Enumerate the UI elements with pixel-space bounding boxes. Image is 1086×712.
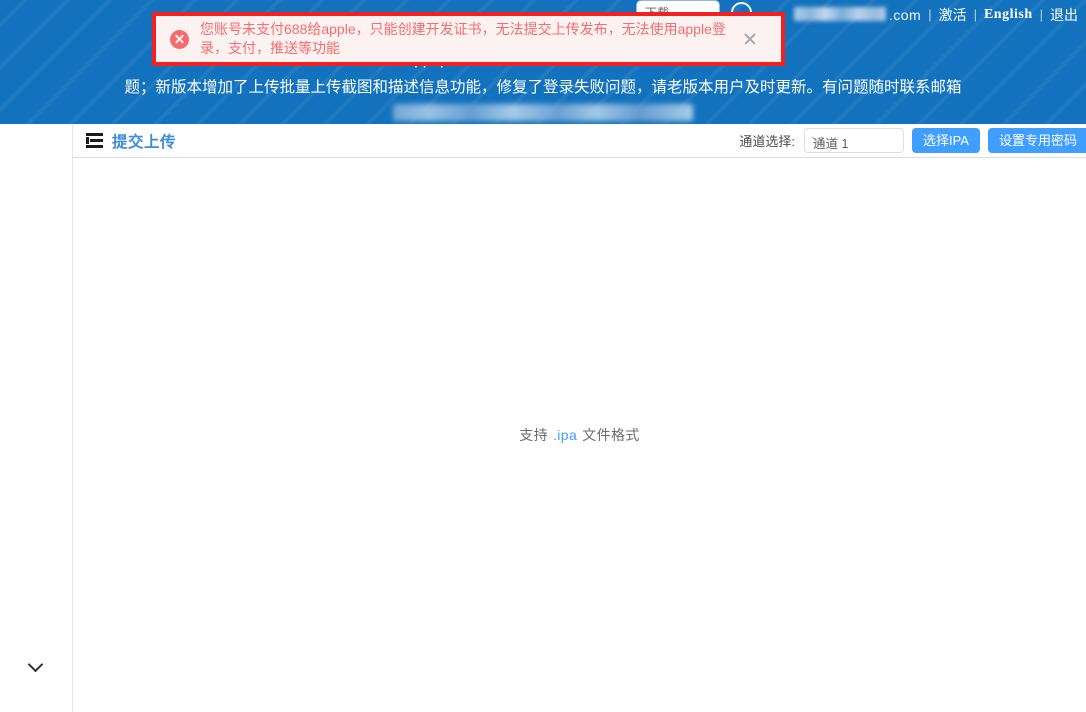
channel-select-label: 通道选择: [739, 134, 795, 149]
chevron-down-icon [27, 656, 44, 673]
content-panel: 提交上传 通道选择: 通道 1 选择IPA 设置专用密码 支持 .ipa 文件格… [73, 124, 1086, 712]
error-alert: 您账号未支付688给apple，只能创建开发证书，无法提交上传发布，无法使用ap… [152, 12, 785, 66]
account-bar: .com | 激活 | English | 退出 [793, 2, 1078, 28]
error-alert-message: 您账号未支付688给apple，只能创建开发证书，无法提交上传发布，无法使用ap… [200, 21, 726, 56]
dropzone-hint-prefix: 支持 [519, 427, 548, 443]
sidebar-toggle-button[interactable] [24, 652, 48, 676]
dropzone-hint-suffix: 文件格式 [582, 427, 640, 443]
main-body: 提交上传 通道选择: 通道 1 选择IPA 设置专用密码 支持 .ipa 文件格… [0, 124, 1086, 712]
ipa-dropzone[interactable]: 支持 .ipa 文件格式 [73, 158, 1086, 712]
language-link[interactable]: English [984, 2, 1033, 28]
separator-1: | [928, 7, 932, 22]
dropzone-hint: 支持 .ipa 文件格式 [73, 158, 1086, 712]
set-app-password-button[interactable]: 设置专用密码 [987, 128, 1086, 153]
dropzone-hint-filetype: .ipa [553, 427, 578, 443]
account-email-suffix: .com [888, 7, 922, 23]
page-title: 提交上传 [112, 133, 177, 151]
banner-line-2: 题；新版本增加了上传批量上传截图和描述信息功能，修复了登录失败问题，请老版本用户… [124, 79, 962, 96]
close-icon[interactable] [739, 28, 761, 50]
logout-link[interactable]: 退出 [1050, 2, 1078, 28]
app-window: 下载 .com | 激活 | English | 退出 Appuploader开… [0, 0, 1086, 712]
banner-line-3-redacted [393, 104, 693, 121]
separator-3: | [1039, 7, 1043, 22]
channel-select[interactable]: 通道 1 [803, 128, 904, 153]
select-ipa-button[interactable]: 选择IPA [911, 128, 980, 153]
panel-toolbar: 提交上传 通道选择: 通道 1 选择IPA 设置专用密码 [73, 124, 1086, 158]
left-sidebar [0, 124, 73, 712]
account-email-redacted [793, 7, 886, 21]
list-menu-icon[interactable] [86, 133, 103, 148]
error-circle-icon [170, 29, 189, 49]
toolbar-right-group: 通道选择: 通道 1 选择IPA 设置专用密码 [739, 124, 1086, 157]
activate-link[interactable]: 激活 [939, 2, 967, 28]
toolbar-left-group: 提交上传 [86, 124, 176, 157]
separator-2: | [973, 7, 977, 22]
